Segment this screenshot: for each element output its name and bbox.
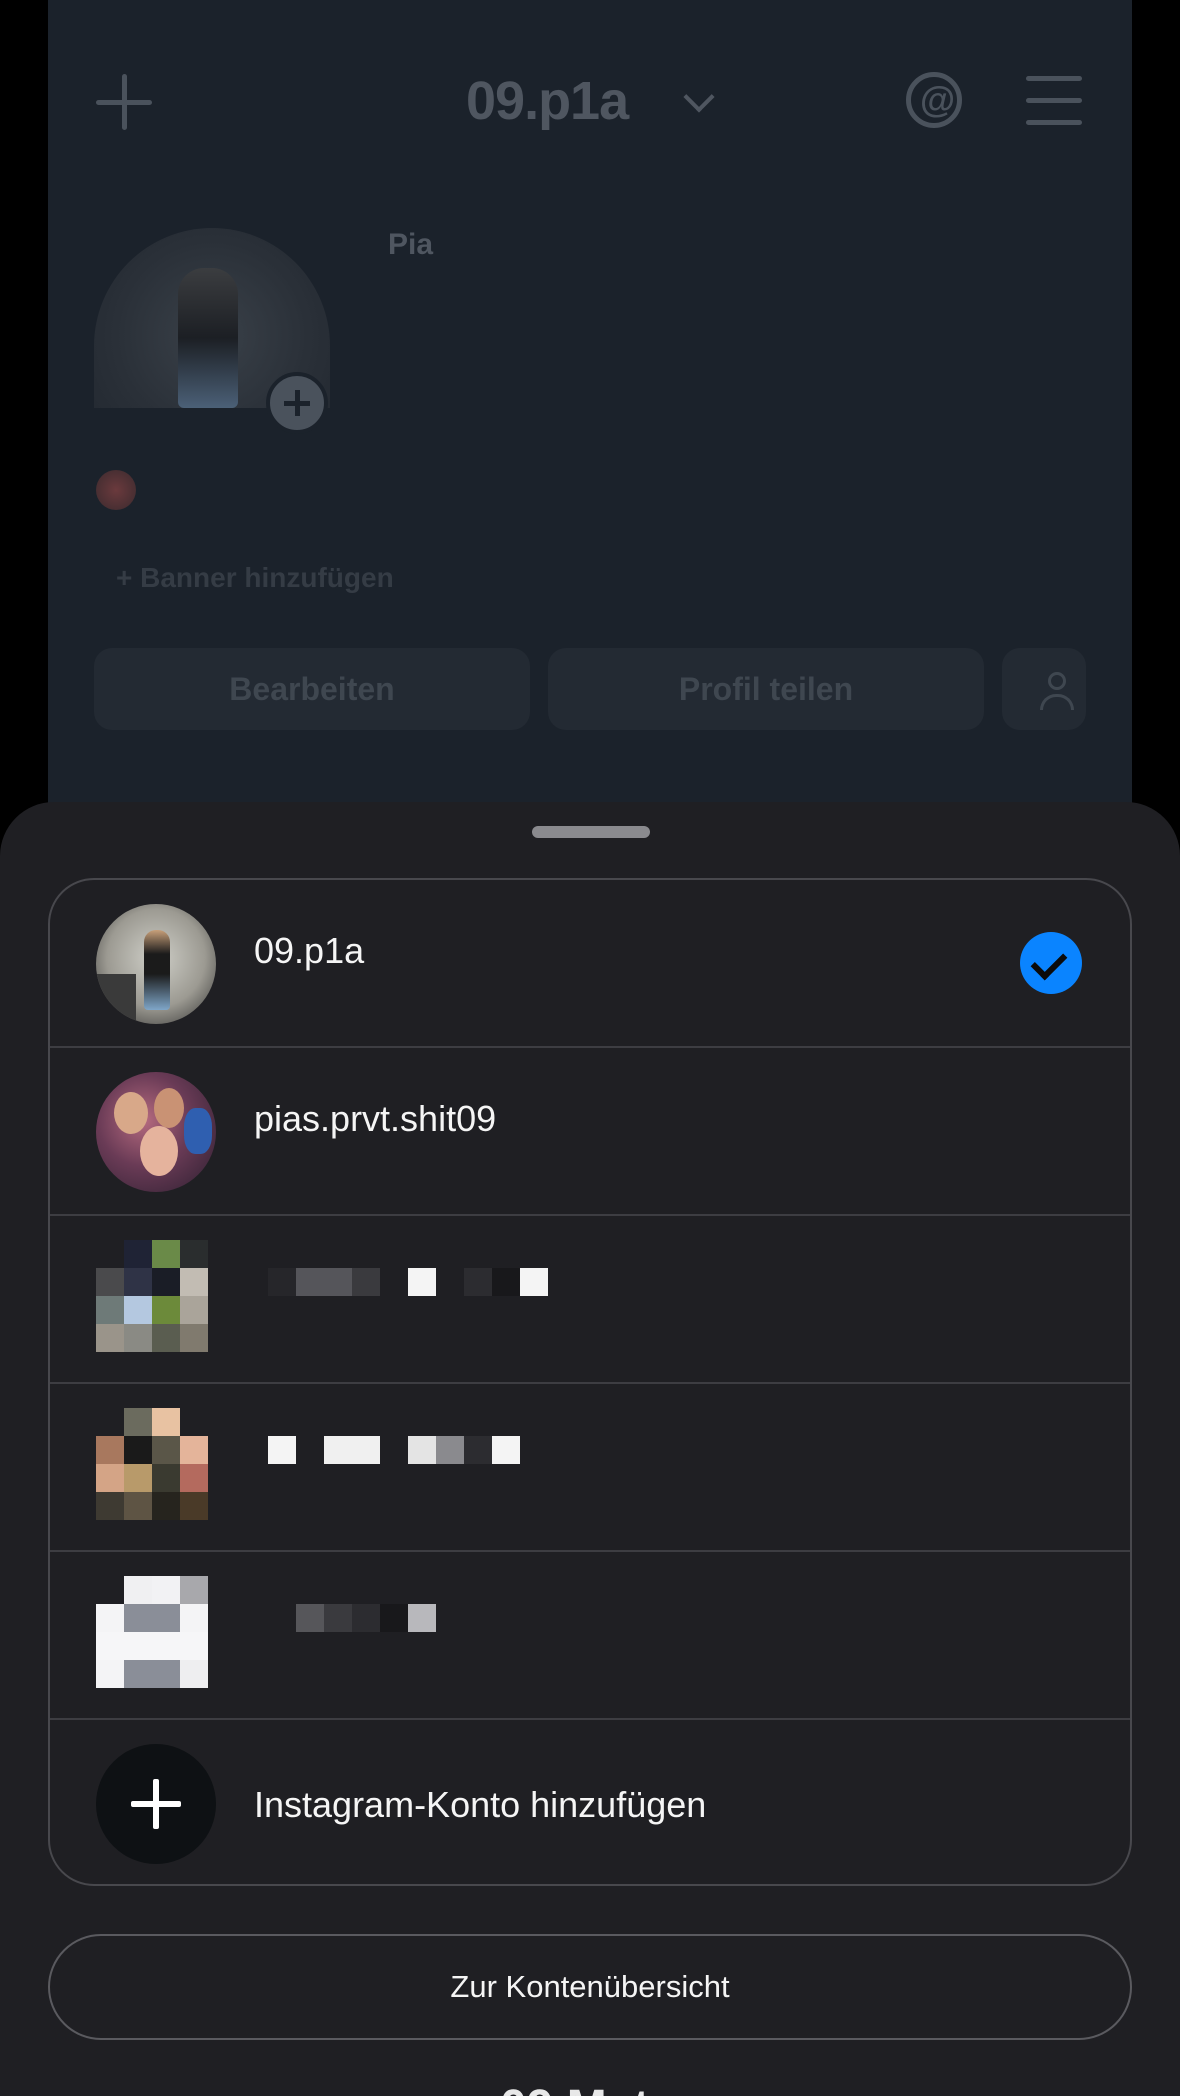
pixelated-avatar [96, 1408, 208, 1520]
cutoff-text: 09.M_t [500, 2080, 649, 2096]
avatar [96, 1072, 216, 1192]
account-overview-button[interactable]: Zur Kontenübersicht [48, 1934, 1132, 2040]
hamburger-menu-icon [1026, 76, 1082, 125]
redacted-username [268, 1436, 520, 1466]
redacted-username [268, 1268, 548, 1298]
threads-icon [906, 72, 962, 128]
avatar [96, 904, 216, 1024]
redacted-username [296, 1604, 436, 1634]
profile-background: 09.p1a Pia + Banner hinzufügen Bearbeite… [48, 0, 1132, 820]
edit-profile-button: Bearbeiten [94, 648, 530, 730]
accounts-list: 09.p1a pias.prvt.shit09 Instagram-Konto … [48, 878, 1132, 1886]
pixelated-avatar [96, 1576, 208, 1688]
plus-icon [96, 1744, 216, 1864]
sheet-drag-handle[interactable] [532, 826, 650, 838]
account-switcher-sheet: 09.p1a pias.prvt.shit09 Instagram-Konto … [0, 802, 1180, 2096]
add-account-label: Instagram-Konto hinzufügen [254, 1784, 707, 1825]
account-row-redacted-1[interactable] [50, 1216, 1130, 1384]
profile-header: 09.p1a [48, 48, 1132, 158]
header-username: 09.p1a [466, 71, 629, 131]
create-plus-icon [96, 74, 152, 130]
account-row-pias-prvt-shit09[interactable]: pias.prvt.shit09 [50, 1048, 1130, 1216]
add-person-icon [1048, 672, 1066, 690]
account-username: pias.prvt.shit09 [254, 1098, 497, 1139]
account-row-redacted-2[interactable] [50, 1384, 1130, 1552]
note-emoji [96, 470, 136, 510]
share-profile-button: Profil teilen [548, 648, 984, 730]
account-row-redacted-3[interactable] [50, 1552, 1130, 1720]
account-row-09-p1a[interactable]: 09.p1a [50, 880, 1130, 1048]
add-story-plus-icon [266, 372, 328, 434]
pixelated-avatar [96, 1240, 208, 1352]
add-person-button [1002, 648, 1086, 730]
account-username: 09.p1a [254, 930, 365, 971]
profile-display-name: Pia [388, 228, 434, 261]
chevron-down-icon [683, 81, 715, 113]
add-account-row[interactable]: Instagram-Konto hinzufügen [50, 1720, 1130, 1884]
banner-add-link: + Banner hinzufügen [116, 562, 394, 593]
checkmark-icon [1020, 932, 1082, 994]
